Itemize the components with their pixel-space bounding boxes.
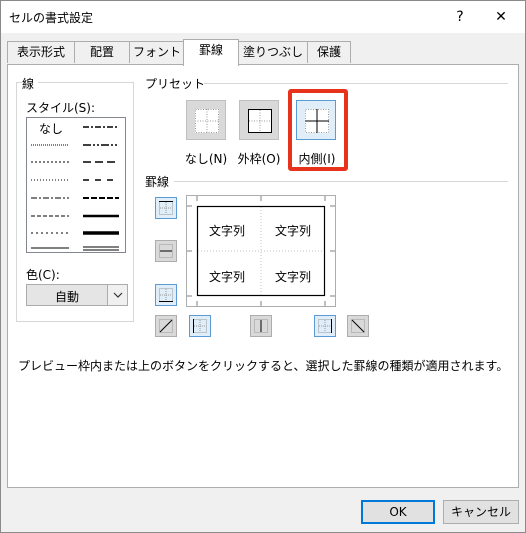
border-diagonal-down-button[interactable] [347,315,369,337]
preset-divider [204,83,508,84]
line-style-label: スタイル(S): [26,101,96,115]
line-color-select[interactable]: 自動 [26,284,128,306]
tab-fill[interactable]: 塗りつぶし [238,41,308,63]
preset-none-icon [195,109,219,133]
help-button[interactable]: ? [447,6,473,28]
line-color-value: 自動 [54,290,79,304]
tab-number-format[interactable]: 表示形式 [7,41,75,63]
chevron-down-icon[interactable] [107,285,127,305]
line-group-title: 線 [22,75,39,92]
preview-cell-top-right: 文字列 [275,224,312,238]
border-right-button[interactable] [314,315,336,337]
line-style-samples[interactable] [27,118,125,252]
preview-cell-top-left: 文字列 [209,224,246,238]
preset-inside-highlight [288,89,348,171]
preview-cell-bottom-left: 文字列 [209,270,246,284]
preview-grid [187,196,335,306]
border-divider [174,181,508,182]
border-group-title: 罫線 [145,173,174,190]
preset-none-label: なし(N) [184,152,228,166]
preview-cell-bottom-right: 文字列 [275,270,312,284]
preset-outline-label: 外枠(O) [237,152,281,166]
cancel-button[interactable]: キャンセル [443,500,519,524]
border-tab-panel: 線 スタイル(S): なし 色(C): 自動 プリセット なし(N) 外枠(O)… [7,64,519,488]
preset-outline-button[interactable] [239,100,279,140]
line-color-label: 色(C): [26,268,60,282]
border-inside-horizontal-button[interactable] [155,240,177,262]
border-diagonal-up-button[interactable] [155,315,177,337]
tab-alignment[interactable]: 配置 [74,41,130,63]
border-bottom-button[interactable] [155,284,177,306]
border-left-button[interactable] [189,315,211,337]
close-button[interactable]: ✕ [488,6,514,28]
ok-button[interactable]: OK [361,500,435,524]
border-preview[interactable]: 文字列 文字列 文字列 文字列 [186,195,336,307]
preset-group-title: プリセット [145,75,210,92]
preset-outline-icon [248,109,272,133]
border-top-button[interactable] [155,197,177,219]
tab-font[interactable]: フォント [129,41,185,63]
tab-border[interactable]: 罫線 [183,39,239,66]
preset-none-button[interactable] [186,100,226,140]
border-inside-vertical-button[interactable] [250,315,272,337]
tab-protection[interactable]: 保護 [307,41,351,63]
border-hint-text: プレビュー枠内または上のボタンをクリックすると、選択した罫線の種類が適用されます… [18,359,509,373]
line-style-list[interactable]: なし [26,117,126,253]
title-bar: セルの書式設定 ? ✕ [1,1,525,33]
dialog-title: セルの書式設定 [9,11,94,25]
format-cells-dialog: セルの書式設定 ? ✕ 表示形式 配置 フォント 罫線 塗りつぶし 保護 線 ス… [0,0,526,533]
